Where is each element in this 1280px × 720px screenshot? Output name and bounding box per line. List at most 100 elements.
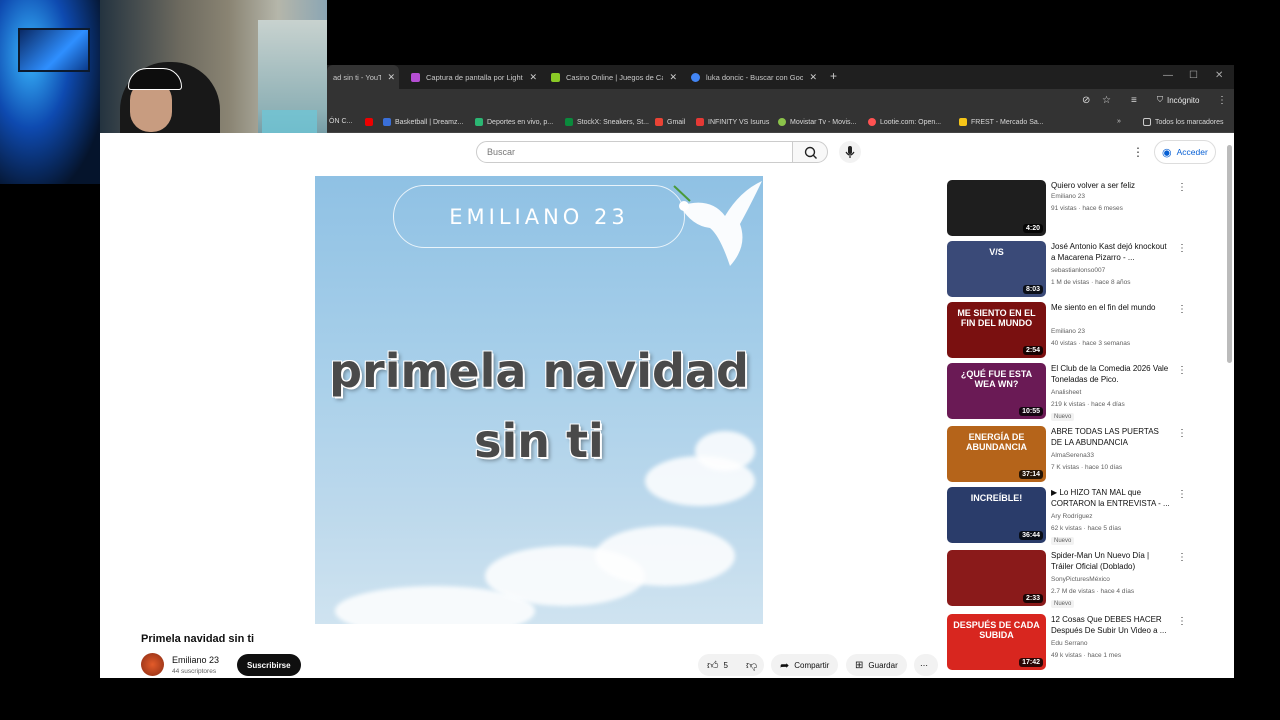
recommendation-channel[interactable]: Emiliano 23: [1051, 328, 1085, 335]
scrollbar[interactable]: [1227, 145, 1232, 363]
bookmark-item[interactable]: Basketball | Dreamz...: [383, 118, 463, 126]
recommendation-meta: 2.7 M de vistas · hace 4 días: [1051, 588, 1135, 595]
search-button[interactable]: [792, 141, 828, 163]
recommendation-title[interactable]: ABRE TODAS LAS PUERTAS DE LA ABUNDANCIA …: [1051, 426, 1171, 450]
bookmark-item[interactable]: ÓN C...: [329, 118, 352, 125]
duration-badge: 37:14: [1019, 470, 1043, 479]
dove-icon: [673, 181, 762, 266]
thumbs-down-icon[interactable]: 👎︎: [746, 659, 757, 672]
recommendation-channel[interactable]: AlmaSerena33: [1051, 452, 1094, 459]
thumbnail-text: ENERGÍA DE ABUNDANCIA: [966, 432, 1027, 452]
recommendation-item[interactable]: DESPUÉS DE CADA SUBIDA 17:42 12 Cosas Que …: [947, 614, 1197, 672]
video-thumbnail[interactable]: ME SIENTO EN EL FIN DEL MUNDO 2:54: [947, 302, 1046, 358]
close-tab-icon[interactable]: ✕: [809, 72, 817, 83]
more-options-icon[interactable]: ⋮: [1177, 489, 1187, 500]
more-options-icon[interactable]: ⋮: [1177, 616, 1187, 627]
share-button[interactable]: ➦ Compartir: [771, 654, 839, 676]
recommendation-title[interactable]: Me siento en el fin del mundo: [1051, 302, 1171, 313]
bookmark-item[interactable]: [365, 118, 373, 126]
recommendation-channel[interactable]: Emiliano 23: [1051, 193, 1085, 200]
youtube-page: Buscar ⋮ ◉ Acceder EMILIANO 23 primela n…: [100, 133, 1234, 678]
more-options-icon[interactable]: ⋮: [1177, 304, 1187, 315]
tab-casino[interactable]: Casino Online | Juegos de Casino ✕: [545, 65, 681, 89]
bookmark-label: INFINITY VS Isurus: [708, 118, 770, 126]
new-badge: Nuevo: [1051, 537, 1075, 545]
more-options-icon[interactable]: ⋮: [1177, 428, 1187, 439]
recommendation-title[interactable]: 12 Cosas Que DEBES HACER Después De Subi…: [1051, 614, 1171, 636]
voice-search-button[interactable]: [839, 141, 861, 163]
more-options-icon[interactable]: ⋮: [1177, 552, 1187, 563]
video-thumbnail[interactable]: ¿QUÉ FUE ESTA WEA WN? 10:55: [947, 363, 1046, 419]
recommendation-channel[interactable]: Edu Serrano: [1051, 640, 1088, 647]
search-input[interactable]: Buscar: [476, 141, 793, 163]
video-thumbnail[interactable]: ENERGÍA DE ABUNDANCIA 37:14: [947, 426, 1046, 482]
video-thumbnail[interactable]: DESPUÉS DE CADA SUBIDA 17:42: [947, 614, 1046, 670]
recommendation-channel[interactable]: Ary Rodríguez: [1051, 513, 1093, 520]
new-tab-icon[interactable]: +: [830, 69, 837, 83]
recommendation-meta: 7 K vistas · hace 10 días: [1051, 464, 1123, 471]
recommendation-item[interactable]: INCREÍBLE! 36:44 ▶ Lo HIZO TAN MAL que COR…: [947, 487, 1197, 545]
recommendation-item[interactable]: ¿QUÉ FUE ESTA WEA WN? 10:55 El Club de la …: [947, 363, 1197, 421]
close-tab-icon[interactable]: ✕: [387, 72, 395, 83]
subscribe-button[interactable]: Suscribirse: [237, 654, 301, 676]
media-controls-icon[interactable]: ≡: [1131, 95, 1137, 106]
browser-menu-icon[interactable]: ⋮: [1217, 95, 1227, 106]
close-tab-icon[interactable]: ✕: [529, 72, 537, 83]
bookmark-favicon-icon: [383, 118, 391, 126]
more-options-icon[interactable]: ⋮: [1177, 182, 1187, 193]
bookmark-item[interactable]: FREST - Mercado Sa...: [959, 118, 1044, 126]
incognito-indicator[interactable]: ⛉ Incógnito: [1157, 95, 1199, 105]
recommendation-item[interactable]: 2:33 Spider-Man Un Nuevo Día | Tráiler Of…: [947, 550, 1197, 608]
video-thumbnail[interactable]: V/S 8:03: [947, 241, 1046, 297]
bookmark-label: Deportes en vivo, p...: [487, 118, 554, 126]
recommendation-title[interactable]: Quiero volver a ser feliz: [1051, 180, 1171, 191]
recommendation-title[interactable]: Spider-Man Un Nuevo Día | Tráiler Oficia…: [1051, 550, 1171, 572]
save-button[interactable]: ⊞ Guardar: [846, 654, 907, 676]
recommendation-channel[interactable]: SonyPicturesMéxico: [1051, 576, 1110, 583]
recommendation-item[interactable]: V/S 8:03 José Antonio Kast dejó knockout a…: [947, 241, 1197, 299]
settings-menu-icon[interactable]: ⋮: [1132, 145, 1144, 159]
minimize-icon[interactable]: —: [1163, 70, 1173, 81]
sign-in-button[interactable]: ◉ Acceder: [1154, 140, 1216, 164]
close-window-icon[interactable]: ✕: [1215, 70, 1223, 81]
close-tab-icon[interactable]: ✕: [669, 72, 677, 83]
all-bookmarks[interactable]: Todos los marcadores: [1143, 118, 1223, 126]
share-icon: ➦: [780, 659, 790, 672]
maximize-icon[interactable]: ☐: [1189, 70, 1198, 81]
video-thumbnail[interactable]: 4:20: [947, 180, 1046, 236]
bookmark-item[interactable]: Gmail: [655, 118, 685, 126]
more-options-icon[interactable]: ⋮: [1177, 243, 1187, 254]
casino-favicon-icon: [551, 72, 560, 82]
bookmark-item[interactable]: StockX: Sneakers, St...: [565, 118, 649, 126]
eye-off-icon[interactable]: ⊘: [1082, 95, 1090, 106]
recommendation-title[interactable]: El Club de la Comedia 2026 Vale Tonelada…: [1051, 363, 1171, 385]
video-thumbnail[interactable]: INCREÍBLE! 36:44: [947, 487, 1046, 543]
recommendation-title[interactable]: José Antonio Kast dejó knockout a Macare…: [1051, 241, 1171, 263]
recommendation-item[interactable]: ME SIENTO EN EL FIN DEL MUNDO 2:54 Me sien…: [947, 302, 1197, 360]
video-thumbnail[interactable]: 2:33: [947, 550, 1046, 606]
bookmark-item[interactable]: Movistar Tv - Movis...: [778, 118, 856, 126]
bookmark-star-icon[interactable]: ☆: [1102, 95, 1111, 106]
recommendation-title[interactable]: ▶ Lo HIZO TAN MAL que CORTARON la ENTREV…: [1051, 487, 1171, 509]
video-player[interactable]: EMILIANO 23 primela navidad sin ti: [315, 176, 763, 624]
bookmark-item[interactable]: INFINITY VS Isurus: [696, 118, 769, 126]
bookmark-item[interactable]: Lootie.com: Open...: [868, 118, 941, 126]
tab-youtube[interactable]: ad sin ti - YouTube ✕: [327, 65, 399, 89]
screen: ad sin ti - YouTube ✕ Captura de pantall…: [0, 0, 1280, 720]
recommendation-item[interactable]: ENERGÍA DE ABUNDANCIA 37:14 ABRE TODAS LAS…: [947, 426, 1197, 484]
tab-label: Casino Online | Juegos de Casino: [566, 72, 664, 82]
thumbs-up-icon[interactable]: 👍︎: [707, 659, 719, 672]
tab-lightshot[interactable]: Captura de pantalla por Lightshot ✕: [405, 65, 541, 89]
channel-name[interactable]: Emiliano 23: [172, 655, 219, 665]
channel-avatar[interactable]: [141, 653, 164, 676]
streamer-cap: [128, 68, 182, 90]
more-options-icon[interactable]: ⋮: [1177, 365, 1187, 376]
recommendation-item[interactable]: 4:20 Quiero volver a ser feliz Emiliano 23…: [947, 180, 1197, 238]
more-bookmarks-icon[interactable]: »: [1117, 118, 1121, 125]
recommendation-channel[interactable]: sebastianlonso007: [1051, 267, 1105, 274]
recommendation-channel[interactable]: Analisheet: [1051, 389, 1081, 396]
more-actions-button[interactable]: ⋯: [914, 654, 938, 676]
tab-label: ad sin ti - YouTube: [333, 72, 382, 82]
tab-google[interactable]: luka doncic - Buscar con Google ✕: [685, 65, 821, 89]
bookmark-item[interactable]: Deportes en vivo, p...: [475, 118, 553, 126]
